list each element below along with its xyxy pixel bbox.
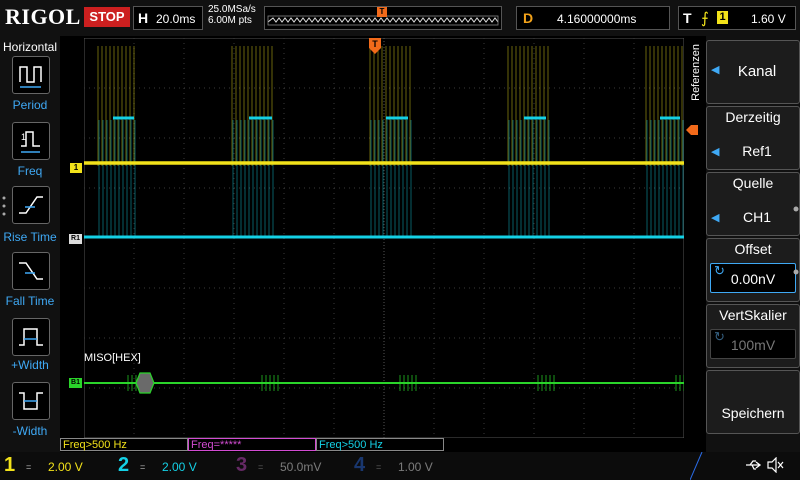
rise-time-label: Rise Time xyxy=(3,230,57,244)
negative-width-button[interactable] xyxy=(12,382,50,420)
freq-button[interactable]: 1 xyxy=(12,122,50,160)
rigol-logo: RIGOL xyxy=(5,4,81,29)
trigger-level-marker[interactable] xyxy=(686,122,698,140)
delay-readout[interactable]: D 4.16000000ms xyxy=(516,6,670,30)
ch1-offset-marker[interactable]: 1 xyxy=(70,163,82,173)
trigger-level: 1.60 V xyxy=(751,12,786,26)
fall-time-label: Fall Time xyxy=(5,294,55,308)
bus-offset-marker[interactable]: B1 xyxy=(69,378,82,388)
channel-3-status[interactable]: 3 = 50.0mV xyxy=(236,454,344,478)
delay-label: D xyxy=(523,10,534,26)
ref1-offset-marker[interactable]: R1 xyxy=(69,234,82,244)
period-button[interactable] xyxy=(12,56,50,94)
bus-label: MISO[HEX] xyxy=(84,352,141,364)
current-ref-value: Ref1 xyxy=(742,143,772,159)
dc-coupling-icon: = xyxy=(258,462,264,472)
bus-packet xyxy=(135,372,155,394)
rise-time-button[interactable] xyxy=(12,186,50,224)
dc-coupling-icon: = xyxy=(376,462,382,472)
ch1-frequency: Freq>500 Hz xyxy=(60,438,188,451)
channel-3-number: 3 xyxy=(236,454,248,476)
rising-edge-icon: ⨍ xyxy=(701,10,709,27)
source-title: Quelle xyxy=(732,175,774,191)
channel-3-scale: 50.0mV xyxy=(280,460,322,474)
ch3-frequency: Freq=***** xyxy=(188,438,316,451)
menu-title: Horizontal xyxy=(2,40,58,54)
fall-time-icon xyxy=(19,262,43,280)
positive-width-icon xyxy=(19,328,43,346)
channel-status-bar: 1 = 2.00 V 2 = 2.00 V 3 = 50.0mV 4 = 1.0… xyxy=(0,452,800,480)
memory-depth: 6.00M pts xyxy=(208,15,252,26)
trigger-position-marker: T xyxy=(377,7,387,17)
timebase-readout[interactable]: H 20.0ms xyxy=(133,6,203,30)
status-bar-divider xyxy=(690,452,703,480)
dc-coupling-icon: = xyxy=(26,462,32,472)
save-menu-item[interactable]: Speichern xyxy=(706,370,800,434)
vertical-scale-value-box[interactable]: ↻ 100mV xyxy=(710,329,796,359)
negative-width-icon xyxy=(19,392,43,410)
mute-icon[interactable] xyxy=(766,456,784,474)
channel-1-number: 1 xyxy=(4,454,16,476)
menu-page-indicator xyxy=(793,206,799,281)
channel-4-scale: 1.00 V xyxy=(398,460,433,474)
rotary-knob-icon: ↻ xyxy=(714,329,725,344)
timebase-value: 20.0ms xyxy=(156,12,196,26)
acquisition-info: 25.0MSa/s 6.00M pts xyxy=(208,4,256,26)
current-ref-menu-item[interactable]: Derzeitig ◀ Ref1 xyxy=(706,106,800,170)
channel-4-status[interactable]: 4 = 1.00 V xyxy=(354,454,462,478)
positive-width-button[interactable] xyxy=(12,318,50,356)
trigger-readout[interactable]: T ⨍ 1 1.60 V xyxy=(678,6,796,30)
vertical-scale-value: 100mV xyxy=(730,337,776,353)
freq-label: Freq xyxy=(17,164,43,178)
channel-menu-item[interactable]: ◀ Kanal xyxy=(706,40,800,104)
trigger-source: 1 xyxy=(717,11,728,24)
rise-time-icon xyxy=(19,196,43,214)
sample-rate: 25.0MSa/s xyxy=(208,4,256,15)
delay-value: 4.16000000ms xyxy=(557,12,637,26)
period-icon xyxy=(19,66,42,88)
trigger-label: T xyxy=(683,10,692,26)
rotary-knob-icon: ↻ xyxy=(714,263,725,278)
timebase-label: H xyxy=(138,10,149,26)
offset-menu-item[interactable]: Offset ↻ 0.00nV xyxy=(706,238,800,302)
source-value: CH1 xyxy=(742,209,771,225)
channel-value: Kanal xyxy=(737,63,777,80)
svg-text:T: T xyxy=(372,39,378,49)
channel-1-status[interactable]: 1 = 2.00 V xyxy=(4,454,112,478)
channel-4-number: 4 xyxy=(354,454,366,476)
run-stop-status[interactable]: STOP xyxy=(84,7,130,27)
dc-coupling-icon: = xyxy=(140,462,146,472)
menu-page-indicator xyxy=(2,196,6,218)
reference-menu: ◀ Kanal Derzeitig ◀ Ref1 Quelle ◀ CH1 Of… xyxy=(706,36,800,452)
offset-value: 0.00nV xyxy=(730,271,776,287)
save-label: Speichern xyxy=(721,405,785,421)
frequency-icon: 1 xyxy=(21,131,40,153)
frequency-counter-bar: Freq>500 Hz Freq=***** Freq>500 Hz xyxy=(60,438,706,452)
waveform-display[interactable]: T MISO[HEX] xyxy=(84,38,684,438)
vertical-scale-menu-item[interactable]: VertSkalier ↻ 100mV xyxy=(706,304,800,368)
source-menu-item[interactable]: Quelle ◀ CH1 xyxy=(706,172,800,236)
svg-text:1: 1 xyxy=(21,132,26,142)
offset-value-box[interactable]: ↻ 0.00nV xyxy=(710,263,796,293)
negative-width-label: -Width xyxy=(12,424,48,438)
channel-2-status[interactable]: 2 = 2.00 V xyxy=(118,454,226,478)
waveform-traces xyxy=(84,46,684,394)
memory-overview[interactable]: T xyxy=(264,6,502,30)
channel-1-scale: 2.00 V xyxy=(48,460,83,474)
vertical-scale-title: VertSkalier xyxy=(719,307,787,323)
offset-title: Offset xyxy=(734,241,772,257)
period-label: Period xyxy=(12,98,48,112)
ch2-frequency: Freq>500 Hz xyxy=(316,438,444,451)
trigger-time-marker[interactable]: T xyxy=(369,38,381,54)
channel-2-scale: 2.00 V xyxy=(162,460,197,474)
usb-icon xyxy=(744,458,762,472)
fall-time-button[interactable] xyxy=(12,252,50,290)
channel-2-number: 2 xyxy=(118,454,130,476)
positive-width-label: +Width xyxy=(11,358,49,372)
menu-vertical-title: Referenzen xyxy=(690,44,702,101)
current-ref-title: Derzeitig xyxy=(725,109,781,125)
measure-menu: Horizontal Period 1 Freq Rise Time Fall … xyxy=(0,36,60,452)
